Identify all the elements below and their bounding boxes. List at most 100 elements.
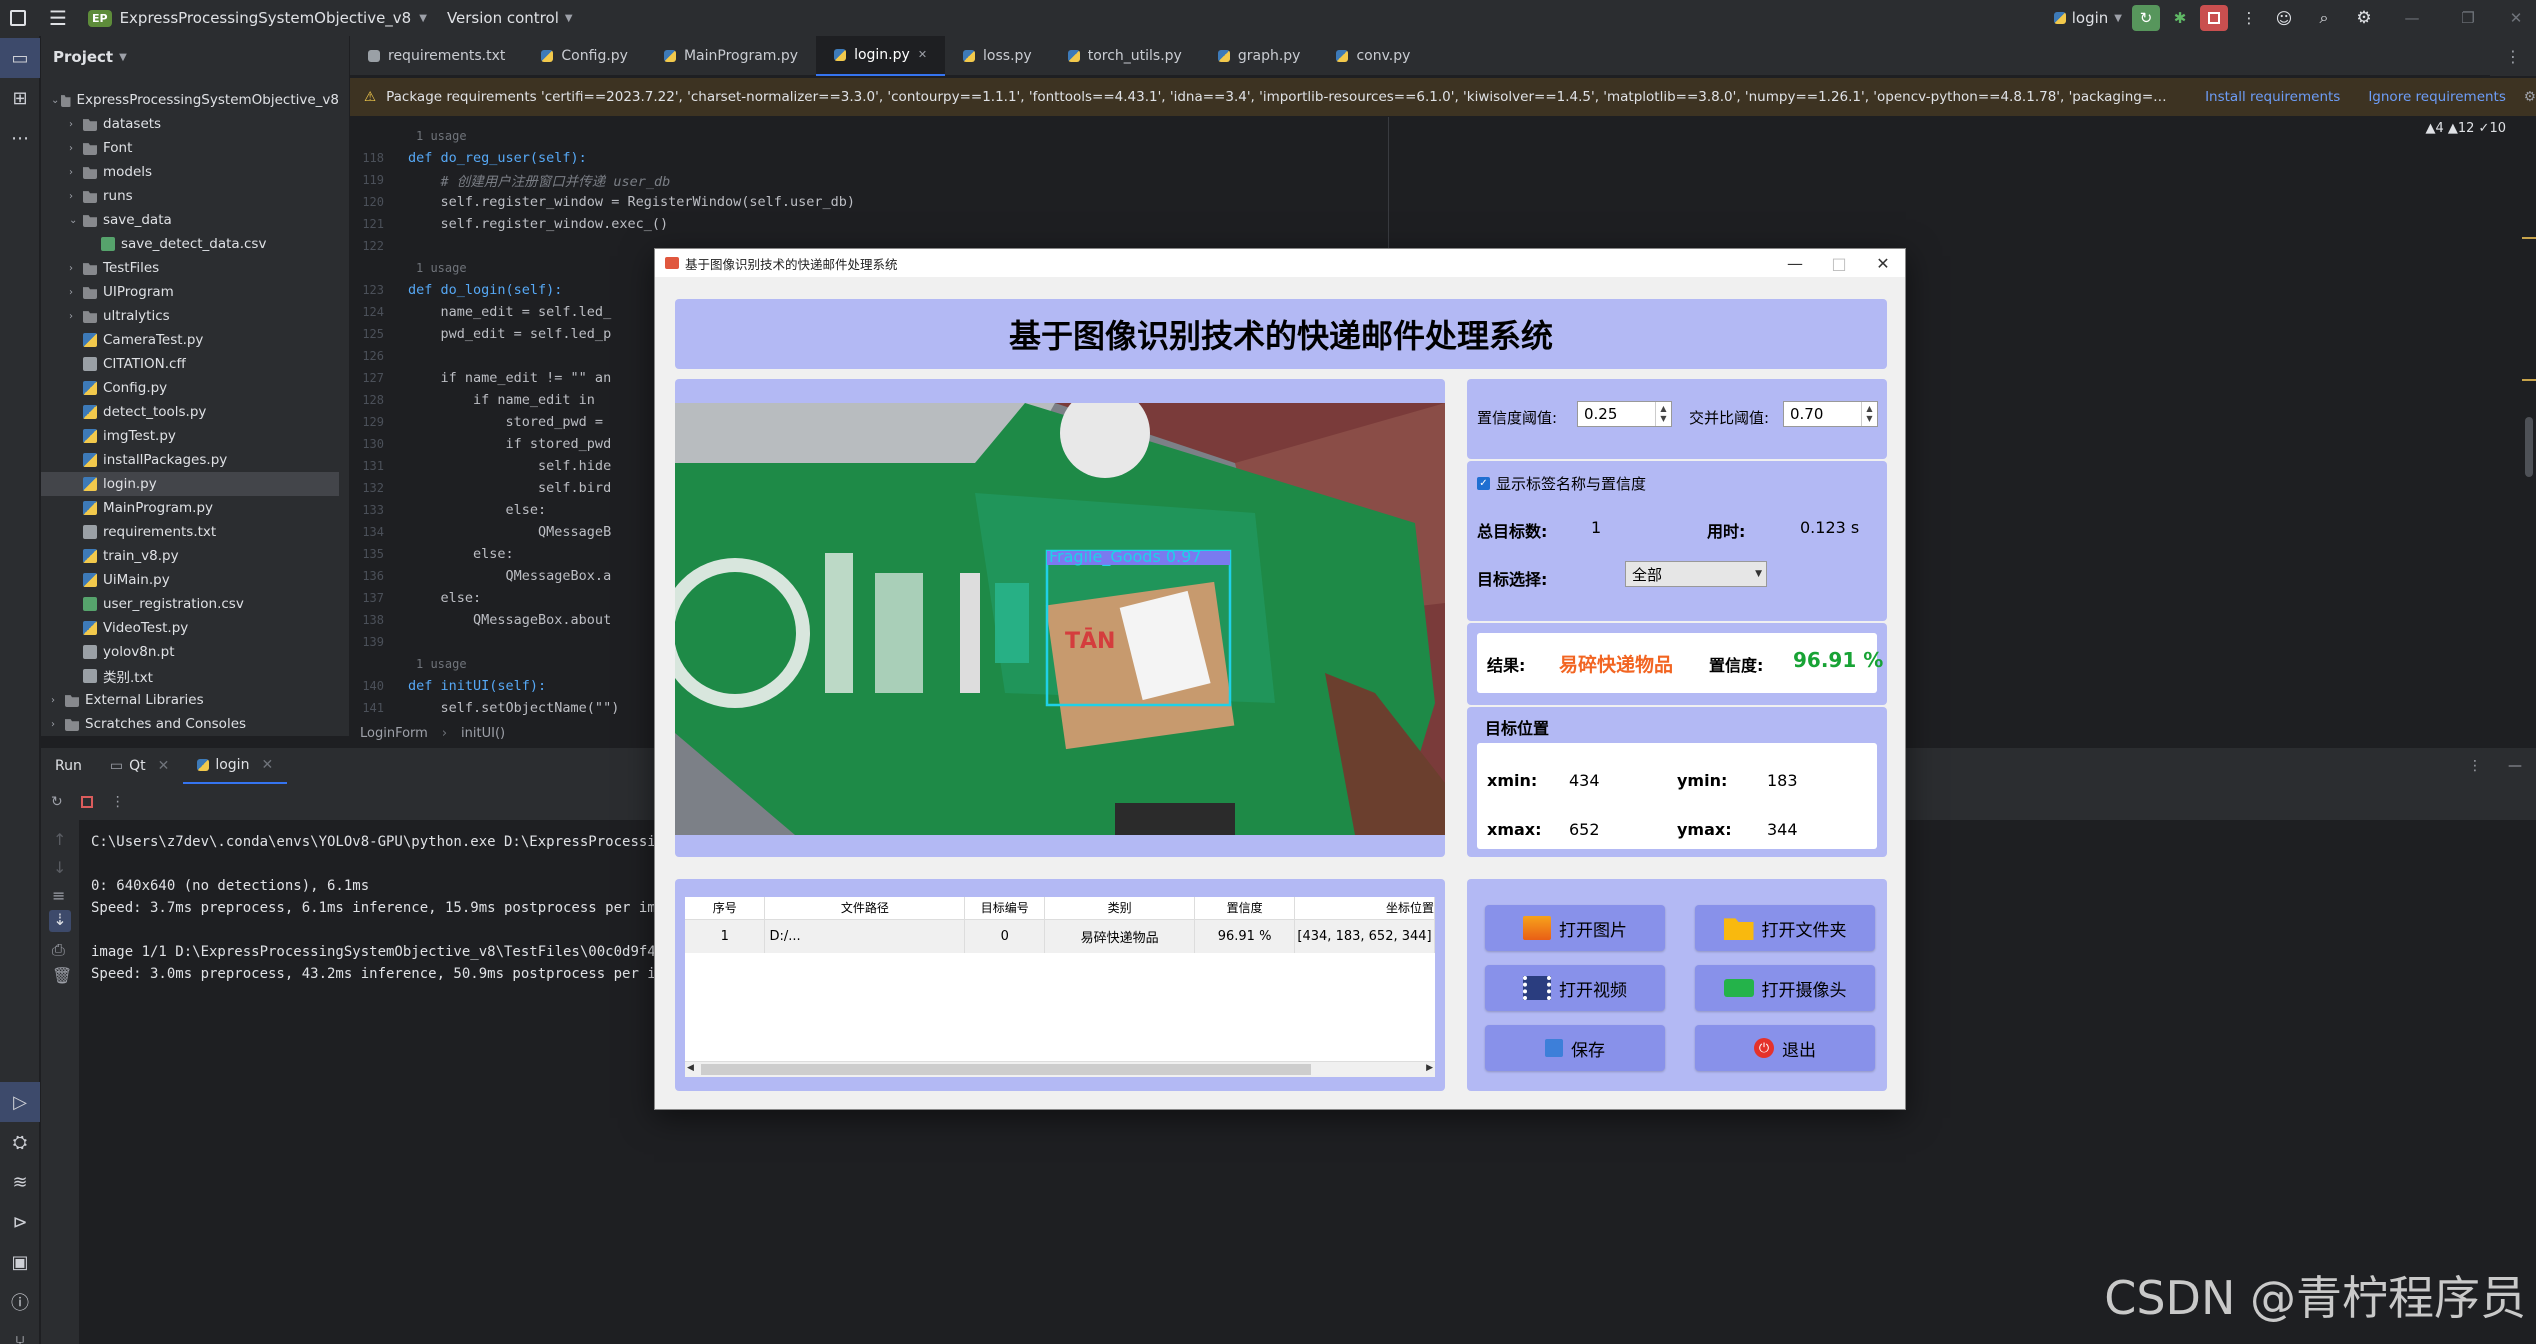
- editor-scrollbar[interactable]: [2522, 117, 2536, 723]
- tree-item[interactable]: Config.py: [41, 376, 339, 400]
- tree-item[interactable]: VideoTest.py: [41, 616, 339, 640]
- editor-tab[interactable]: graph.py: [1200, 36, 1319, 76]
- tree-item[interactable]: imgTest.py: [41, 424, 339, 448]
- tree-item[interactable]: › Scratches and Consoles: [41, 712, 339, 736]
- soft-wrap-icon[interactable]: ≡: [52, 886, 65, 905]
- tree-item[interactable]: CITATION.cff: [41, 352, 339, 376]
- more-tools-icon[interactable]: ⋯: [0, 118, 40, 158]
- iou-threshold-spinbox[interactable]: 0.70 ▲ ▼: [1783, 401, 1878, 427]
- tree-item[interactable]: save_detect_data.csv: [41, 232, 339, 256]
- editor-tab[interactable]: requirements.txt: [350, 36, 523, 76]
- tab-qt[interactable]: ▭ Qt ✕: [96, 748, 183, 784]
- show-labels-checkbox[interactable]: ✓ 显示标签名称与置信度: [1477, 473, 1646, 494]
- trash-icon[interactable]: 🗑: [52, 966, 72, 985]
- close-icon[interactable]: ✕: [158, 758, 170, 774]
- main-menu-icon[interactable]: ☰: [36, 0, 80, 36]
- tree-item[interactable]: installPackages.py: [41, 448, 339, 472]
- tree-item[interactable]: › runs: [41, 184, 339, 208]
- inspection-summary[interactable]: ▲4 ▲12 ✓10: [2425, 121, 2506, 136]
- vcs-icon[interactable]: ⑂: [0, 1322, 40, 1344]
- run-config-selector[interactable]: login ▼: [2044, 0, 2132, 36]
- breadcrumb-class[interactable]: LoginForm: [360, 726, 428, 741]
- stop-icon[interactable]: [80, 796, 93, 808]
- editor-tab[interactable]: MainProgram.py: [646, 36, 816, 76]
- open-image-button[interactable]: 打开图片: [1485, 905, 1665, 951]
- stop-icon[interactable]: [2200, 5, 2228, 31]
- services-icon[interactable]: ⊳: [0, 1202, 40, 1242]
- table-header-cell[interactable]: 序号: [685, 897, 766, 920]
- terminal-icon[interactable]: ▣: [0, 1242, 40, 1282]
- tree-item[interactable]: train_v8.py: [41, 544, 339, 568]
- table-row[interactable]: 1 D:/... 0 易碎快递物品 96.91 % [434, 183, 652, 344…: [685, 919, 1435, 953]
- spin-down-icon[interactable]: ▼: [1866, 414, 1872, 424]
- debug-icon[interactable]: ✱: [2166, 0, 2194, 36]
- tree-item[interactable]: 类别.txt: [41, 664, 339, 688]
- project-tool-icon[interactable]: ▭: [0, 38, 40, 78]
- editor-tab[interactable]: loss.py: [945, 36, 1050, 76]
- maximize-icon[interactable]: □: [1817, 249, 1861, 277]
- more-icon[interactable]: ⋮: [111, 794, 125, 810]
- table-header-cell[interactable]: 置信度: [1194, 897, 1296, 920]
- open-video-button[interactable]: 打开视频: [1485, 965, 1665, 1011]
- close-icon[interactable]: ✕: [261, 757, 273, 773]
- conf-threshold-spinbox[interactable]: 0.25 ▲ ▼: [1577, 401, 1672, 427]
- more-icon[interactable]: ⋮: [2456, 758, 2494, 774]
- tab-run[interactable]: Run: [41, 748, 96, 784]
- editor-tab[interactable]: conv.py: [1318, 36, 1428, 76]
- project-panel-header[interactable]: Project ▼: [41, 36, 339, 78]
- tree-item[interactable]: MainProgram.py: [41, 496, 339, 520]
- table-horizontal-scrollbar[interactable]: ◀ ▶: [685, 1061, 1435, 1077]
- ignore-requirements-link[interactable]: Ignore requirements: [2368, 89, 2506, 105]
- minimize-icon[interactable]: —: [2494, 758, 2536, 774]
- project-selector[interactable]: EP ExpressProcessingSystemObjective_v8 ▼: [80, 0, 435, 36]
- close-icon[interactable]: ✕: [2496, 0, 2536, 36]
- tree-item[interactable]: detect_tools.py: [41, 400, 339, 424]
- tree-item[interactable]: yolov8n.pt: [41, 640, 339, 664]
- tree-item[interactable]: › TestFiles: [41, 256, 339, 280]
- tree-item[interactable]: ⌄ save_data: [41, 208, 339, 232]
- editor-tab[interactable]: login.py ✕: [816, 35, 946, 76]
- open-camera-button[interactable]: 打开摄像头: [1695, 965, 1875, 1011]
- maximize-icon[interactable]: ❐: [2440, 0, 2496, 36]
- gear-icon[interactable]: ⚙: [2524, 89, 2536, 105]
- spin-up-icon[interactable]: ▲: [1866, 404, 1872, 414]
- tree-item[interactable]: CameraTest.py: [41, 328, 339, 352]
- tree-item[interactable]: requirements.txt: [41, 520, 339, 544]
- tree-item[interactable]: UiMain.py: [41, 568, 339, 592]
- account-icon[interactable]: ☺: [2264, 0, 2304, 36]
- close-icon[interactable]: ✕: [918, 48, 927, 61]
- problems-icon[interactable]: ⓘ: [0, 1282, 40, 1322]
- tree-item[interactable]: user_registration.csv: [41, 592, 339, 616]
- install-requirements-link[interactable]: Install requirements: [2205, 89, 2340, 105]
- print-icon[interactable]: ⎙: [52, 940, 65, 960]
- gear-icon[interactable]: ⚙: [2344, 0, 2384, 36]
- run-tool-icon[interactable]: ▷: [0, 1082, 40, 1122]
- target-select-dropdown[interactable]: 全部 ▼: [1625, 561, 1767, 587]
- rerun-icon[interactable]: ↻: [51, 794, 63, 810]
- panel-splitter[interactable]: [339, 36, 350, 736]
- save-button[interactable]: 保存: [1485, 1025, 1665, 1071]
- search-icon[interactable]: ⌕: [2304, 0, 2344, 36]
- tree-item[interactable]: login.py: [41, 472, 339, 496]
- scroll-down-icon[interactable]: ↓: [53, 858, 66, 877]
- table-header-cell[interactable]: 目标编号: [964, 897, 1046, 920]
- python-console-icon[interactable]: ⛭: [0, 1122, 40, 1162]
- minimize-icon[interactable]: —: [1773, 249, 1817, 277]
- editor-tab[interactable]: Config.py: [523, 36, 646, 76]
- vcs-selector[interactable]: Version control ▼: [435, 0, 585, 36]
- more-icon[interactable]: ⋮: [2234, 0, 2264, 36]
- tab-login[interactable]: login ✕: [183, 748, 288, 784]
- editor-tab[interactable]: torch_utils.py: [1050, 36, 1200, 76]
- tree-item[interactable]: › datasets: [41, 112, 339, 136]
- spin-down-icon[interactable]: ▼: [1660, 414, 1666, 424]
- table-header-cell[interactable]: 类别: [1044, 897, 1196, 920]
- structure-tool-icon[interactable]: ⊞: [0, 78, 40, 118]
- exit-button[interactable]: ⏻ 退出: [1695, 1025, 1875, 1071]
- scroll-up-icon[interactable]: ↑: [53, 830, 66, 849]
- tree-item[interactable]: ⌄ ExpressProcessingSystemObjective_v8: [41, 88, 339, 112]
- tree-item[interactable]: › Font: [41, 136, 339, 160]
- scroll-left-icon[interactable]: ◀: [687, 1063, 694, 1073]
- tree-item[interactable]: › ultralytics: [41, 304, 339, 328]
- spin-up-icon[interactable]: ▲: [1660, 404, 1666, 414]
- tabs-more-icon[interactable]: ⋮: [2490, 36, 2536, 76]
